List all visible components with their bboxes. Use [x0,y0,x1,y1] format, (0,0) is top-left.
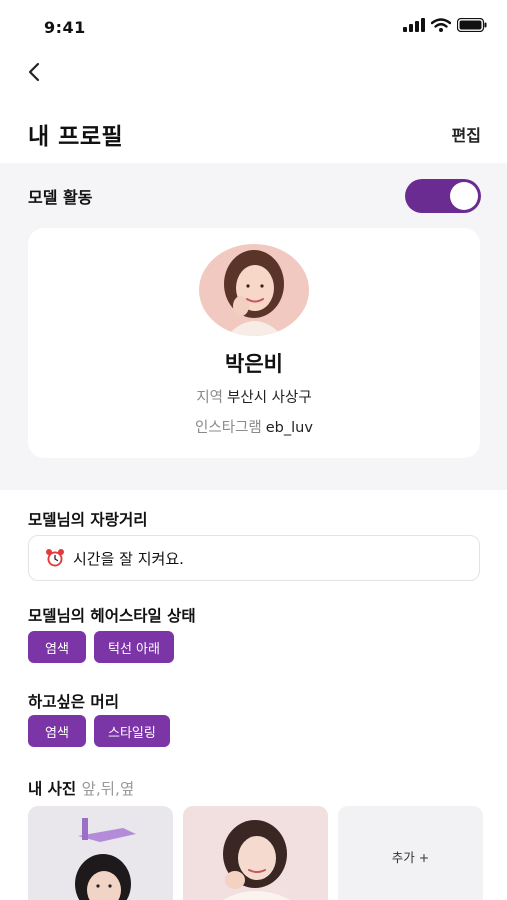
alarm-clock-icon [46,549,64,567]
bragging-title: 모델님의 자랑거리 [28,511,148,529]
toggle-knob [450,182,478,210]
cellular-signal-icon [403,18,425,32]
profile-name: 박은비 [225,352,283,376]
photos-title: 내 사진 앞,뒤,옆 [28,777,134,799]
instagram-handle[interactable]: eb_luv [266,420,313,436]
region-value: 부산시 사상구 [227,390,312,406]
photo-back[interactable] [183,806,328,900]
avatar-photo [199,244,309,336]
photos-title-text: 내 사진 [28,780,77,798]
back-button[interactable] [22,60,46,84]
profile-card: 박은비 지역 부산시 사상구 인스타그램 eb_luv [28,228,480,458]
page-title: 내 프로필 [28,124,124,150]
model-activity-row: 모델 활동 [28,178,481,214]
model-activity-toggle[interactable] [405,179,481,213]
region-info: 지역 부산시 사상구 [28,386,480,407]
photo-grid: 추가 + [28,806,483,900]
hair-status-chip[interactable]: 염색 [28,631,86,663]
bragging-field[interactable]: 시간을 잘 지켜요. [28,535,480,581]
hair-status-chip[interactable]: 턱선 아래 [94,631,174,663]
desired-hair-chip[interactable]: 염색 [28,715,86,747]
bragging-text: 시간을 잘 지켜요. [73,549,184,568]
battery-icon [457,18,487,32]
status-bar: 9:41 [0,0,507,52]
desired-hair-chip[interactable]: 스타일링 [94,715,170,747]
status-icons [403,18,487,32]
page-header: 내 프로필 편집 [28,116,481,152]
avatar [199,244,309,336]
model-activity-label: 모델 활동 [28,188,93,207]
status-time: 9:41 [44,18,86,37]
hair-status-chips: 염색 턱선 아래 [28,631,174,663]
photo-front[interactable] [28,806,173,900]
region-label: 지역 [196,390,224,406]
add-photo-button[interactable]: 추가 + [338,806,483,900]
photo-front-image [28,806,173,900]
chevron-left-icon [28,62,40,82]
instagram-info: 인스타그램 eb_luv [28,416,480,437]
edit-button[interactable]: 편집 [452,122,481,146]
desired-hair-chips: 염색 스타일링 [28,715,170,747]
photo-back-image [183,806,328,900]
photos-subtitle: 앞,뒤,옆 [81,780,135,798]
wifi-icon [431,18,451,32]
hair-status-title: 모델님의 헤어스타일 상태 [28,607,196,625]
instagram-label: 인스타그램 [195,420,262,436]
desired-hair-title: 하고싶은 머리 [28,693,119,711]
